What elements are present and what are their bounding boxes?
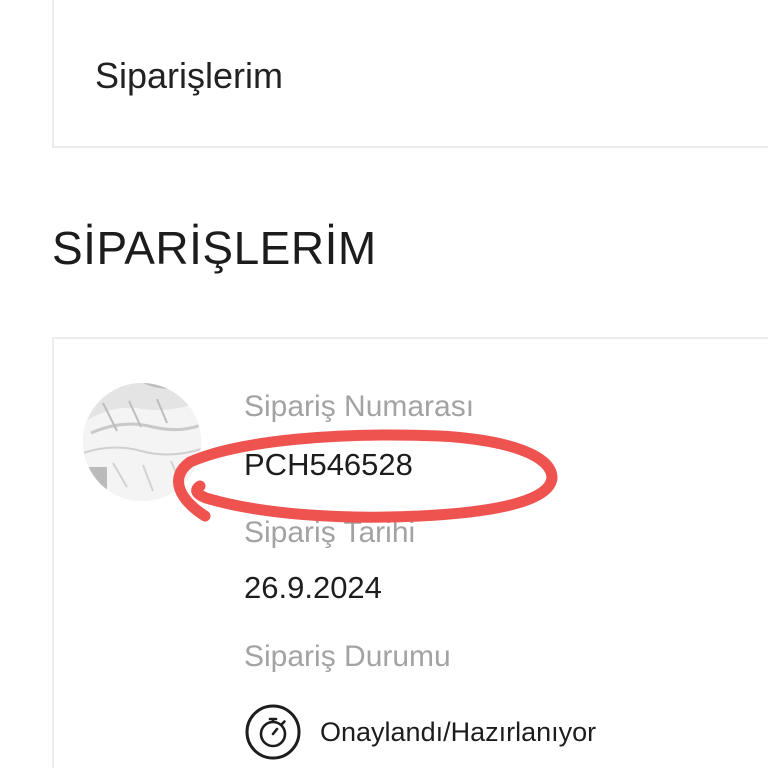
order-number-value: PCH546528	[244, 447, 413, 482]
order-status-value: Onaylandı/Hazırlanıyor	[320, 717, 597, 747]
orders-header-title: Siparişlerim	[95, 55, 284, 96]
product-thumbnail-image	[83, 383, 201, 501]
order-status-label: Sipariş Durumu	[244, 640, 451, 673]
orders-header-card: Siparişlerim	[52, 0, 768, 148]
stopwatch-icon	[244, 703, 302, 761]
product-thumbnail[interactable]	[83, 383, 201, 501]
order-date-value: 26.9.2024	[244, 570, 382, 605]
order-card[interactable]: Sipariş Numarası PCH546528 Sipariş Tarih…	[52, 337, 768, 768]
order-number-label: Sipariş Numarası	[244, 390, 475, 423]
page-title: SİPARİŞLERİM	[52, 222, 377, 274]
order-date-label: Sipariş Tarihi	[244, 516, 416, 549]
order-status: Onaylandı/Hazırlanıyor	[244, 702, 596, 762]
